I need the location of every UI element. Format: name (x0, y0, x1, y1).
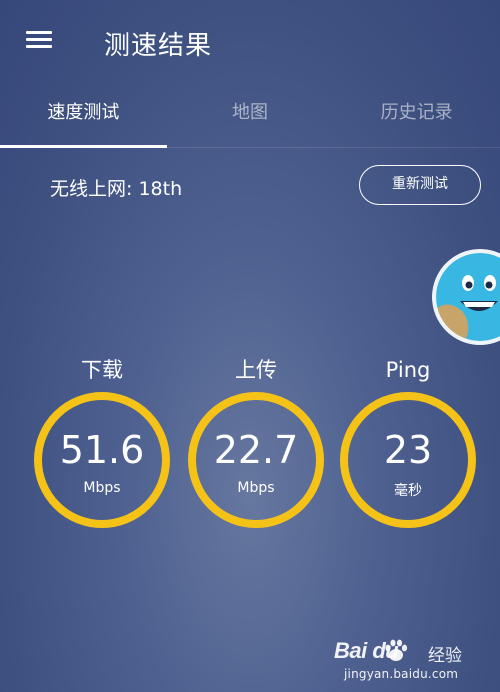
download-label: 下载 (81, 358, 123, 382)
upload-stat: 上传 22.7 Mbps (186, 356, 326, 528)
upload-unit: Mbps (237, 480, 275, 496)
ping-unit: 毫秒 (394, 483, 422, 499)
baidu-jingyan-watermark: Bai du 经验 jingyan.baidu.com (334, 638, 484, 684)
network-name: 无线上网: 18th (50, 178, 183, 200)
watermark-url: jingyan.baidu.com (344, 667, 459, 681)
upload-label: 上传 (235, 358, 277, 382)
hamburger-menu-icon[interactable] (22, 27, 56, 53)
ping-value: 23 (383, 428, 433, 472)
speed-test-result-screen: 测速结果 速度测试 地图 历史记录 无线上网: 18th 重新测试 下载 51.… (0, 0, 500, 692)
tab-map[interactable]: 地图 (167, 80, 334, 148)
paw-icon (383, 638, 409, 668)
tab-history[interactable]: 历史记录 (333, 80, 500, 148)
tab-divider (0, 147, 500, 148)
app-bar: 测速结果 (0, 0, 500, 80)
retest-button[interactable]: 重新测试 (359, 165, 481, 205)
smiling-globe-mascot-icon[interactable] (432, 249, 500, 345)
watermark-name: 经验 (428, 646, 462, 666)
upload-ring: 22.7 Mbps (188, 392, 324, 528)
download-stat: 下载 51.6 Mbps (32, 356, 172, 528)
menu-line (26, 31, 52, 34)
download-ring: 51.6 Mbps (34, 392, 170, 528)
ping-label: Ping (385, 358, 431, 382)
tab-speed-test[interactable]: 速度测试 (0, 80, 167, 148)
upload-value: 22.7 (213, 428, 299, 472)
tab-bar: 速度测试 地图 历史记录 (0, 80, 500, 148)
menu-line (26, 45, 52, 48)
ping-ring: 23 毫秒 (340, 392, 476, 528)
menu-line (26, 38, 52, 41)
ping-stat: Ping 23 毫秒 (338, 356, 478, 528)
download-unit: Mbps (83, 480, 121, 496)
page-title: 测速结果 (104, 31, 213, 61)
download-value: 51.6 (59, 428, 145, 472)
mascot-graphic (432, 249, 500, 345)
